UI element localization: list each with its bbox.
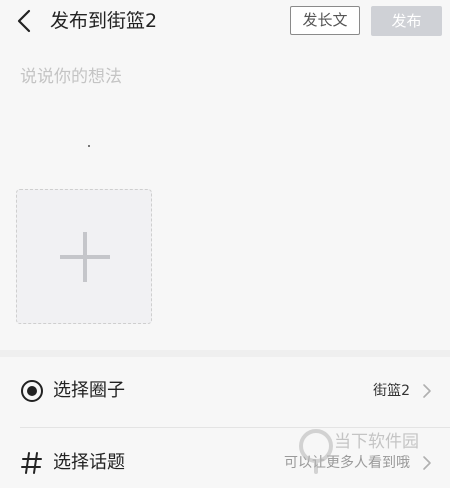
post-text-input[interactable]: 说说你的想法 [20,64,430,144]
section-divider [0,350,450,357]
plus-icon [60,232,110,282]
hashtag-icon [20,451,44,475]
add-photo-button[interactable] [16,189,152,324]
topic-hint: 可以让更多人看到哦 [284,455,410,471]
chevron-right-icon [422,455,432,471]
publish-button[interactable]: 发布 [371,6,442,36]
select-circle-row[interactable]: 选择圈子 街篮2 [0,366,450,416]
select-circle-label: 选择圈子 [53,380,125,401]
selected-circle-value: 街篮2 [373,383,410,399]
back-arrow-icon[interactable] [14,8,38,34]
long-post-button[interactable]: 发长文 [290,6,360,35]
chevron-right-icon [422,383,432,399]
select-topic-label: 选择话题 [53,452,125,473]
text-cursor-speck [88,145,90,147]
select-topic-row[interactable]: 选择话题 可以让更多人看到哦 [0,438,450,488]
row-divider [20,427,450,428]
top-bar: 发布到街篮2 发长文 发布 [0,0,450,44]
page-title: 发布到街篮2 [50,10,158,32]
radio-circle-icon [20,379,44,403]
